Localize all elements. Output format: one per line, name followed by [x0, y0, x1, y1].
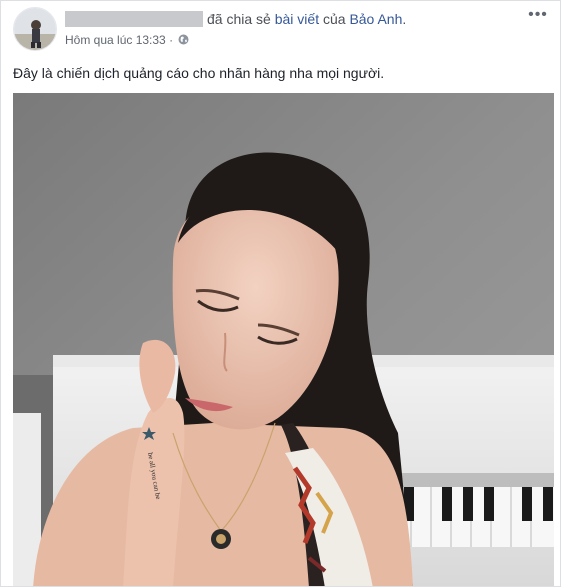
globe-icon[interactable] — [178, 34, 189, 45]
post-author-line: đã chia sẻ bài viết của Bảo Anh. — [65, 11, 406, 27]
shared-text: đã chia sẻ — [207, 11, 271, 27]
feed-post: đã chia sẻ bài viết của Bảo Anh. Hôm qua… — [0, 0, 561, 587]
page-name-link[interactable]: Bảo Anh — [349, 11, 402, 27]
period-text: . — [402, 11, 407, 27]
post-link[interactable]: bài viết — [275, 11, 319, 27]
redacted-author-name[interactable] — [65, 11, 203, 27]
post-meta: Hôm qua lúc 13:33 · — [65, 33, 189, 47]
post-header: đã chia sẻ bài viết của Bảo Anh. Hôm qua… — [13, 7, 548, 53]
post-message: Đây là chiến dịch quảng cáo cho nhãn hàn… — [13, 65, 385, 81]
avatar[interactable] — [13, 7, 57, 51]
more-options-icon[interactable]: ••• — [528, 7, 548, 25]
post-timestamp[interactable]: Hôm qua lúc 13:33 — [65, 33, 166, 47]
of-text: của — [322, 11, 346, 27]
post-photo[interactable]: be all you can be — [13, 93, 554, 586]
meta-separator: · — [169, 33, 174, 47]
